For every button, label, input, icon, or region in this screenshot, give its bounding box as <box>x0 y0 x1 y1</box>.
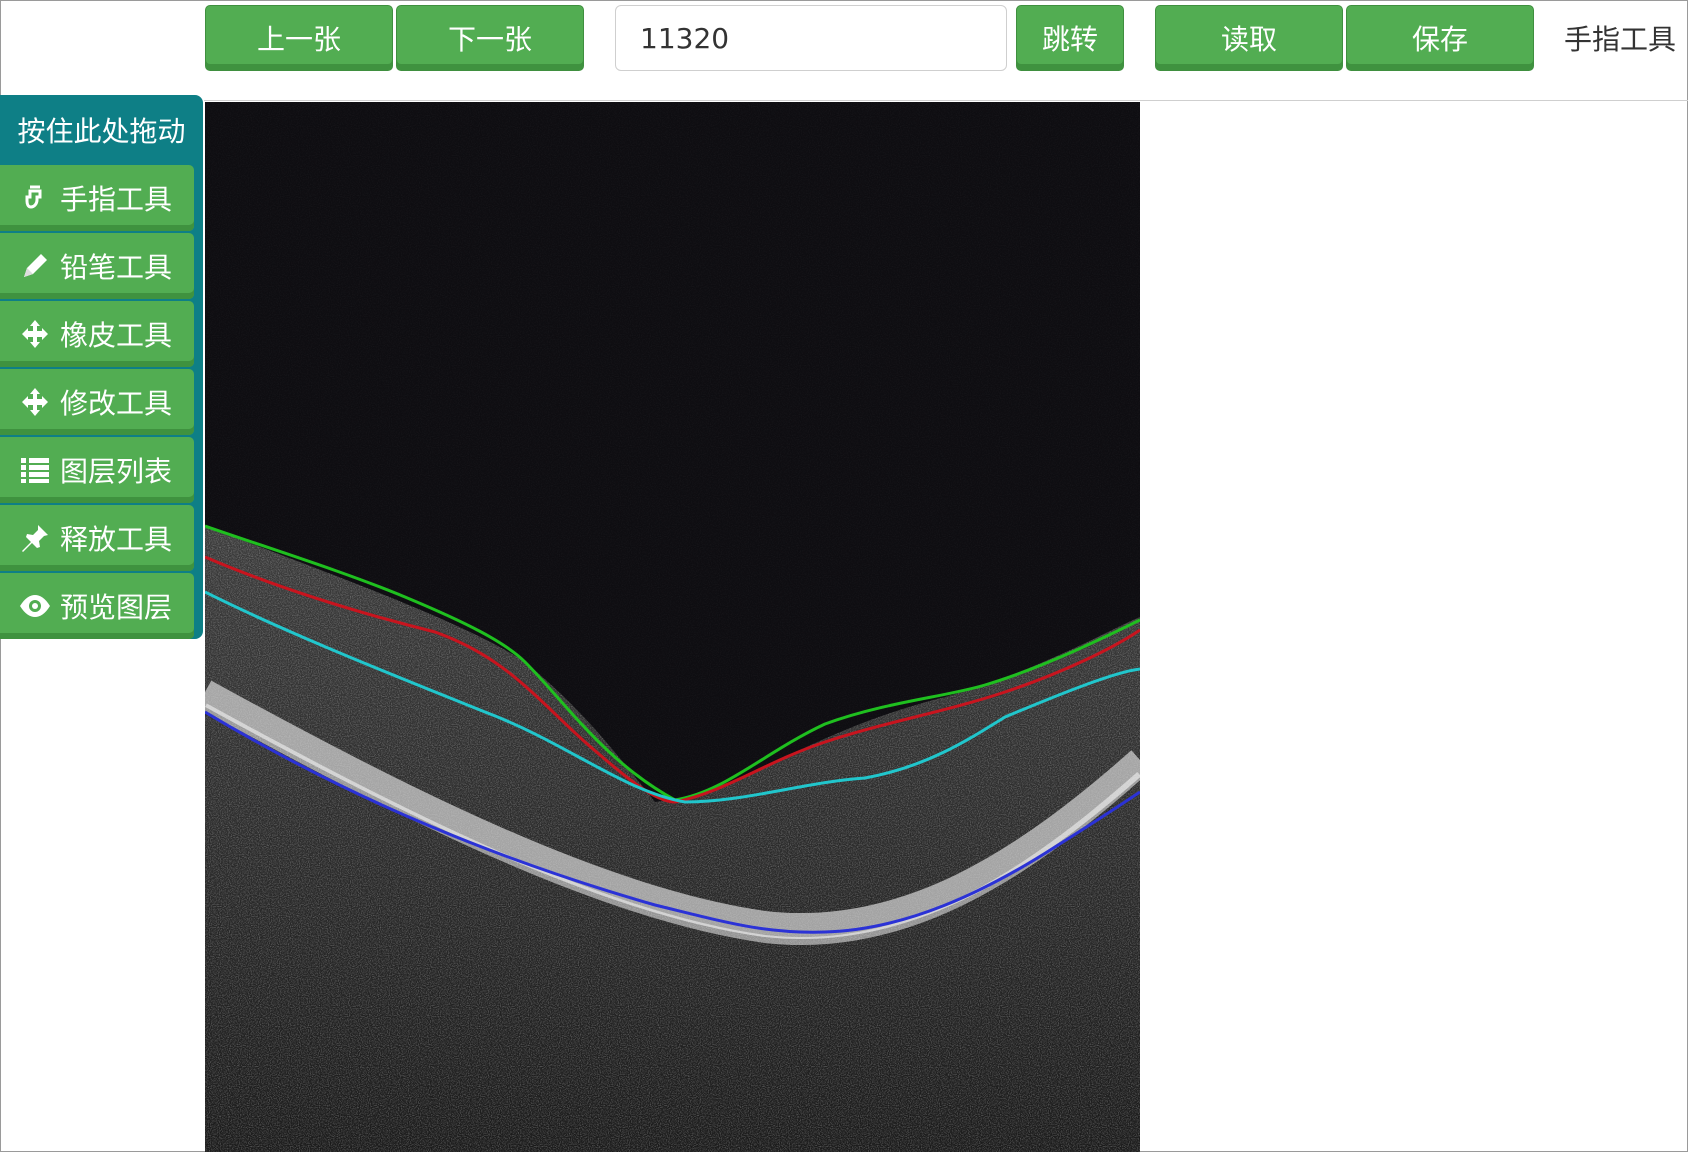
toolbar-divider <box>204 100 1688 101</box>
crosshair-move-icon <box>18 387 52 417</box>
jump-button[interactable]: 跳转 <box>1016 5 1124 71</box>
list-icon <box>18 455 52 485</box>
save-button[interactable]: 保存 <box>1346 5 1534 71</box>
layer-list-button[interactable]: 图层列表 <box>0 437 194 503</box>
tool-label: 修改工具 <box>60 387 173 420</box>
eraser-tool-button[interactable]: 橡皮工具 <box>0 301 194 367</box>
pin-icon <box>18 523 52 553</box>
modify-tool-button[interactable]: 修改工具 <box>0 369 194 435</box>
oct-scan-image <box>205 102 1140 1152</box>
eye-icon <box>18 591 52 621</box>
current-tool-label: 手指工具 <box>1564 23 1677 56</box>
read-button[interactable]: 读取 <box>1155 5 1343 71</box>
tool-label: 手指工具 <box>60 183 173 216</box>
release-tool-button[interactable]: 释放工具 <box>0 505 194 571</box>
tool-label: 铅笔工具 <box>60 251 173 284</box>
crosshair-move-icon <box>18 319 52 349</box>
image-number-input[interactable] <box>615 5 1007 71</box>
prev-image-button[interactable]: 上一张 <box>205 5 393 71</box>
pencil-tool-button[interactable]: 铅笔工具 <box>0 233 194 299</box>
tool-label: 橡皮工具 <box>60 319 173 352</box>
hand-tool-button[interactable]: 手指工具 <box>0 165 194 231</box>
panel-drag-handle[interactable]: 按住此处拖动 <box>0 95 203 165</box>
next-image-button[interactable]: 下一张 <box>396 5 584 71</box>
oct-image-canvas[interactable] <box>205 102 1140 1152</box>
tool-label: 预览图层 <box>60 591 173 624</box>
pencil-icon <box>18 251 52 281</box>
tool-label: 释放工具 <box>60 523 173 556</box>
preview-layer-button[interactable]: 预览图层 <box>0 573 194 639</box>
hand-pointer-icon <box>18 183 52 213</box>
tool-panel: 按住此处拖动 手指工具 铅笔工具 橡皮工具 修改工具 图层列表 释放工具 预览图… <box>0 95 203 639</box>
tool-label: 图层列表 <box>60 455 173 488</box>
